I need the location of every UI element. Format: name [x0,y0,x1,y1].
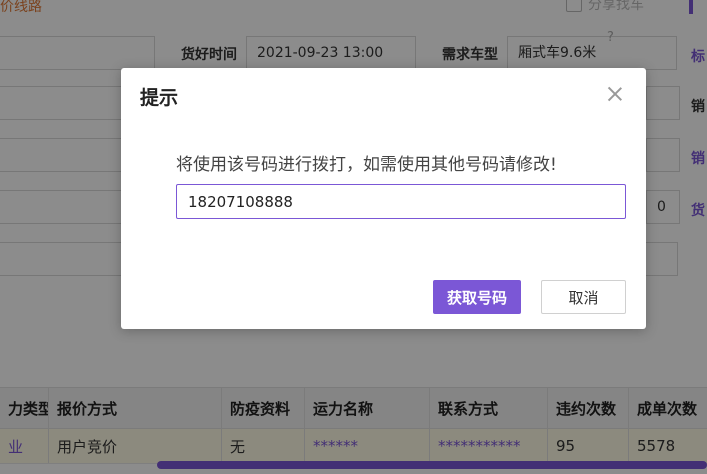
dial-confirm-dialog: 提示 将使用该号码进行拨打，如需使用其他号码请修改! 获取号码 取消 [121,68,646,329]
dialog-message: 将使用该号码进行拨打，如需使用其他号码请修改! [176,155,557,175]
close-icon[interactable] [605,84,625,104]
get-number-button[interactable]: 获取号码 [433,280,521,314]
cancel-button[interactable]: 取消 [541,280,626,314]
dialog-title: 提示 [140,87,179,109]
phone-number-input[interactable] [176,184,626,219]
